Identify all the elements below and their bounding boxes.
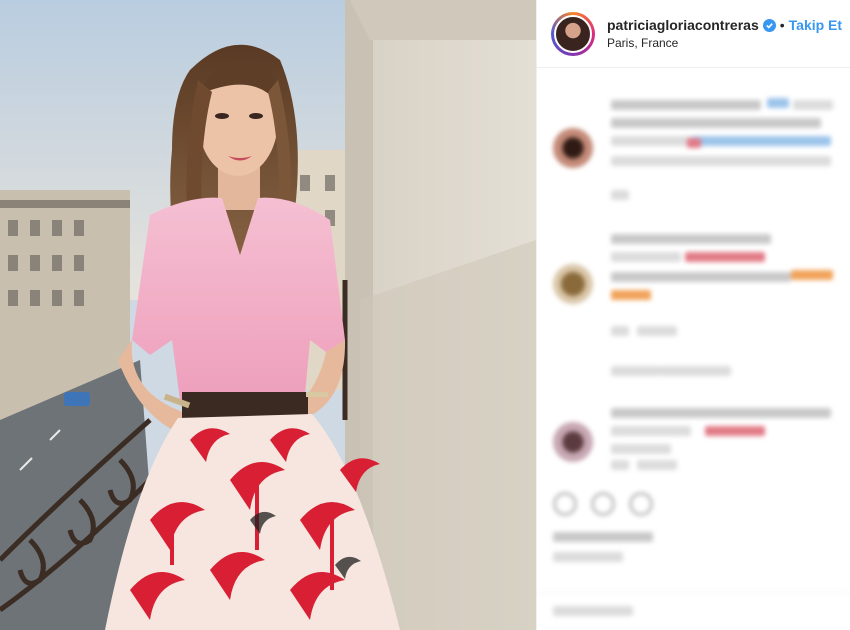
verified-badge-icon [762, 18, 776, 32]
separator-dot: • [779, 17, 785, 33]
action-bar [537, 482, 850, 630]
heart-icon[interactable] [553, 492, 577, 516]
post-side-panel: patriciagloriacontreras • Takip Et Paris… [536, 0, 850, 630]
location-link[interactable]: Paris, France [607, 36, 842, 50]
avatar-image [554, 14, 592, 53]
photo-illustration [0, 0, 536, 630]
username-link[interactable]: patriciagloriacontreras [607, 17, 759, 33]
user-info: patriciagloriacontreras • Takip Et Paris… [607, 17, 842, 50]
user-line: patriciagloriacontreras • Takip Et [607, 17, 842, 33]
post-photo[interactable] [0, 0, 536, 630]
share-icon[interactable] [629, 492, 653, 516]
follow-button[interactable]: Takip Et [789, 17, 842, 33]
comment-icon[interactable] [591, 492, 615, 516]
comments-section [537, 68, 850, 630]
avatar[interactable] [551, 11, 595, 56]
post-header: patriciagloriacontreras • Takip Et Paris… [537, 0, 850, 68]
